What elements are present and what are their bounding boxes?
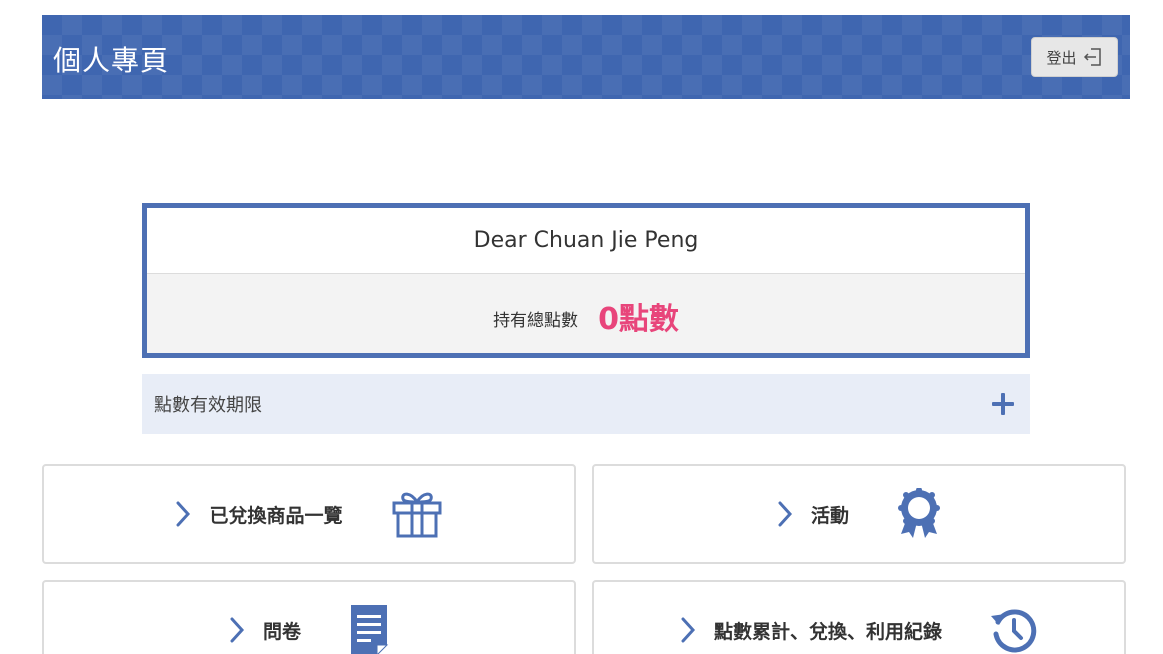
expiry-label: 點數有效期限 bbox=[154, 395, 262, 416]
page-title: 個人專頁 bbox=[53, 44, 170, 77]
menu-points-history[interactable]: 點數累計、兌換、利用紀錄 bbox=[592, 580, 1126, 654]
gift-icon bbox=[392, 492, 441, 538]
points-card: Dear Chuan Jie Peng 持有總點數 0點數 bbox=[142, 203, 1030, 358]
logout-label: 登出 bbox=[1046, 48, 1077, 67]
menu-redeemed-items[interactable]: 已兌換商品一覽 bbox=[42, 464, 576, 564]
points-expiry-toggle[interactable]: 點數有效期限 bbox=[142, 374, 1030, 434]
menu-questionnaires[interactable]: 問卷 bbox=[42, 580, 576, 654]
plus-icon bbox=[992, 393, 1014, 415]
document-icon bbox=[351, 605, 389, 654]
chevron-right-icon bbox=[681, 617, 696, 643]
menu-label: 點數累計、兌換、利用紀錄 bbox=[713, 620, 942, 643]
chevron-right-icon bbox=[176, 501, 191, 527]
menu-label: 問卷 bbox=[262, 620, 301, 643]
award-ribbon-icon bbox=[898, 488, 940, 538]
greeting-text: Dear Chuan Jie Peng bbox=[147, 208, 1025, 274]
menu-label: 已兌換商品一覽 bbox=[209, 504, 343, 527]
chevron-right-icon bbox=[778, 501, 793, 527]
points-value: 0點數 bbox=[598, 301, 679, 337]
points-label: 持有總點數 bbox=[493, 311, 579, 331]
menu-activities[interactable]: 活動 bbox=[592, 464, 1126, 564]
menu-label: 活動 bbox=[810, 504, 849, 527]
logout-icon bbox=[1083, 48, 1101, 66]
chevron-right-icon bbox=[230, 617, 245, 643]
logout-button[interactable]: 登出 bbox=[1031, 37, 1118, 77]
points-summary: 持有總點數 0點數 bbox=[147, 274, 1025, 353]
history-icon bbox=[991, 609, 1037, 653]
profile-page: 個人專頁 登出 Dear Chuan Jie Peng 持有總點數 0點數 點數… bbox=[0, 0, 1163, 654]
page-header: 個人專頁 登出 bbox=[42, 15, 1130, 99]
